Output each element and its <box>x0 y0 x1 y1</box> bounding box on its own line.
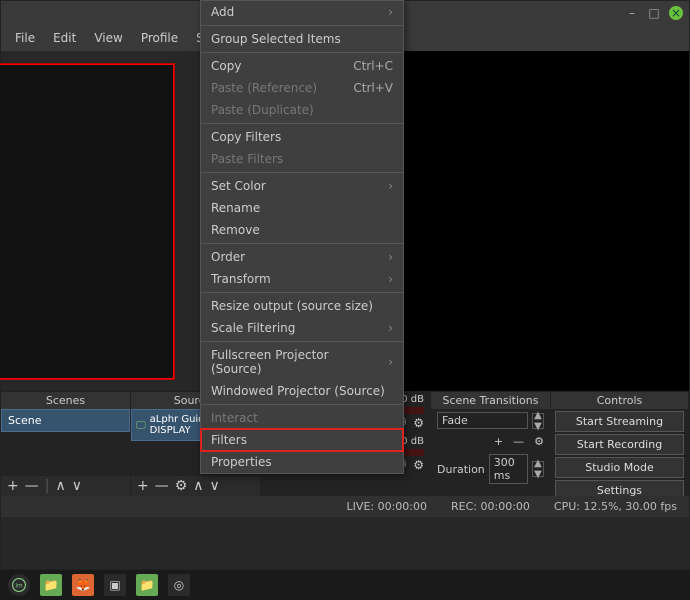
menu-item-copy-filters[interactable]: Copy Filters <box>201 126 403 148</box>
status-cpu: CPU: 12.5%, 30.00 fps <box>554 500 677 513</box>
source-remove-button[interactable]: — <box>155 478 169 494</box>
obs-icon[interactable]: ◎ <box>168 574 190 596</box>
maximize-button[interactable]: □ <box>647 6 661 20</box>
scenes-panel: Scenes Scene + — | ∧ ∨ <box>1 392 131 496</box>
menu-item-copy[interactable]: CopyCtrl+C <box>201 55 403 77</box>
monitor-icon: 🖵 <box>136 420 146 431</box>
menu-item-transform[interactable]: Transform <box>201 268 403 290</box>
menu-item-paste-reference-: Paste (Reference)Ctrl+V <box>201 77 403 99</box>
status-live: LIVE: 00:00:00 <box>347 500 427 513</box>
controls-panel: Controls Start Streaming Start Recording… <box>551 392 689 496</box>
firefox-icon[interactable]: 🦊 <box>72 574 94 596</box>
controls-header: Controls <box>551 392 688 409</box>
scene-up-button[interactable]: ∧ <box>55 478 65 494</box>
start-recording-button[interactable]: Start Recording <box>555 434 684 455</box>
transition-spinner[interactable]: ▲▼ <box>532 413 544 429</box>
menu-view[interactable]: View <box>86 27 130 49</box>
menu-item-remove[interactable]: Remove <box>201 219 403 241</box>
transition-add-button[interactable]: + <box>494 435 503 448</box>
transition-select[interactable]: Fade <box>437 412 528 429</box>
studio-mode-button[interactable]: Studio Mode <box>555 457 684 478</box>
menu-item-properties[interactable]: Properties <box>201 451 403 473</box>
source-up-button[interactable]: ∧ <box>193 478 203 494</box>
source-add-button[interactable]: + <box>137 478 149 494</box>
source-down-button[interactable]: ∨ <box>210 478 220 494</box>
close-button[interactable]: × <box>669 6 683 20</box>
menu-item-order[interactable]: Order <box>201 246 403 268</box>
menu-item-fullscreen-projector-source-[interactable]: Fullscreen Projector (Source) <box>201 344 403 380</box>
menu-item-scale-filtering[interactable]: Scale Filtering <box>201 317 403 339</box>
track-settings-icon[interactable] <box>413 416 424 430</box>
files2-icon[interactable]: 📁 <box>136 574 158 596</box>
menu-file[interactable]: File <box>7 27 43 49</box>
transition-settings-button[interactable] <box>534 435 544 448</box>
menu-item-interact: Interact <box>201 407 403 429</box>
menu-item-resize-output-source-size-[interactable]: Resize output (source size) <box>201 295 403 317</box>
status-bar: LIVE: 00:00:00 REC: 00:00:00 CPU: 12.5%,… <box>1 496 689 517</box>
settings-button[interactable]: Settings <box>555 480 684 496</box>
svg-text:lm: lm <box>15 583 23 589</box>
duration-input[interactable]: 300 ms <box>489 454 528 484</box>
transitions-header: Scene Transitions <box>431 392 550 409</box>
menu-item-rename[interactable]: Rename <box>201 197 403 219</box>
minimize-button[interactable]: – <box>625 6 639 20</box>
scene-item[interactable]: Scene <box>1 409 130 432</box>
transitions-panel: Scene Transitions Fade ▲▼ + — Duration 3… <box>431 392 551 496</box>
menu-item-add[interactable]: Add <box>201 1 403 23</box>
menu-profile[interactable]: Profile <box>133 27 186 49</box>
start-streaming-button[interactable]: Start Streaming <box>555 411 684 432</box>
duration-spinner[interactable]: ▲▼ <box>532 461 544 477</box>
menu-item-paste-duplicate-: Paste (Duplicate) <box>201 99 403 121</box>
scene-down-button[interactable]: ∨ <box>72 478 82 494</box>
menu-item-paste-filters: Paste Filters <box>201 148 403 170</box>
scenes-header: Scenes <box>1 392 130 409</box>
start-menu-button[interactable]: lm <box>8 574 30 596</box>
terminal-icon[interactable]: ▣ <box>104 574 126 596</box>
files-icon[interactable]: 📁 <box>40 574 62 596</box>
track-settings-icon[interactable] <box>413 458 424 472</box>
duration-label: Duration <box>437 463 485 476</box>
scene-remove-button[interactable]: — <box>25 478 39 494</box>
status-rec: REC: 00:00:00 <box>451 500 530 513</box>
menu-item-set-color[interactable]: Set Color <box>201 175 403 197</box>
selected-source-box[interactable] <box>0 64 174 379</box>
menu-item-group-selected-items[interactable]: Group Selected Items <box>201 28 403 50</box>
source-settings-button[interactable]: ⚙ <box>175 478 188 494</box>
menu-item-windowed-projector-source-[interactable]: Windowed Projector (Source) <box>201 380 403 402</box>
taskbar: lm 📁 🦊 ▣ 📁 ◎ <box>0 570 690 600</box>
menu-edit[interactable]: Edit <box>45 27 84 49</box>
transition-remove-button[interactable]: — <box>513 435 524 448</box>
source-context-menu[interactable]: AddGroup Selected ItemsCopyCtrl+CPaste (… <box>200 0 404 474</box>
scene-add-button[interactable]: + <box>7 478 19 494</box>
menu-item-filters[interactable]: Filters <box>201 429 403 451</box>
